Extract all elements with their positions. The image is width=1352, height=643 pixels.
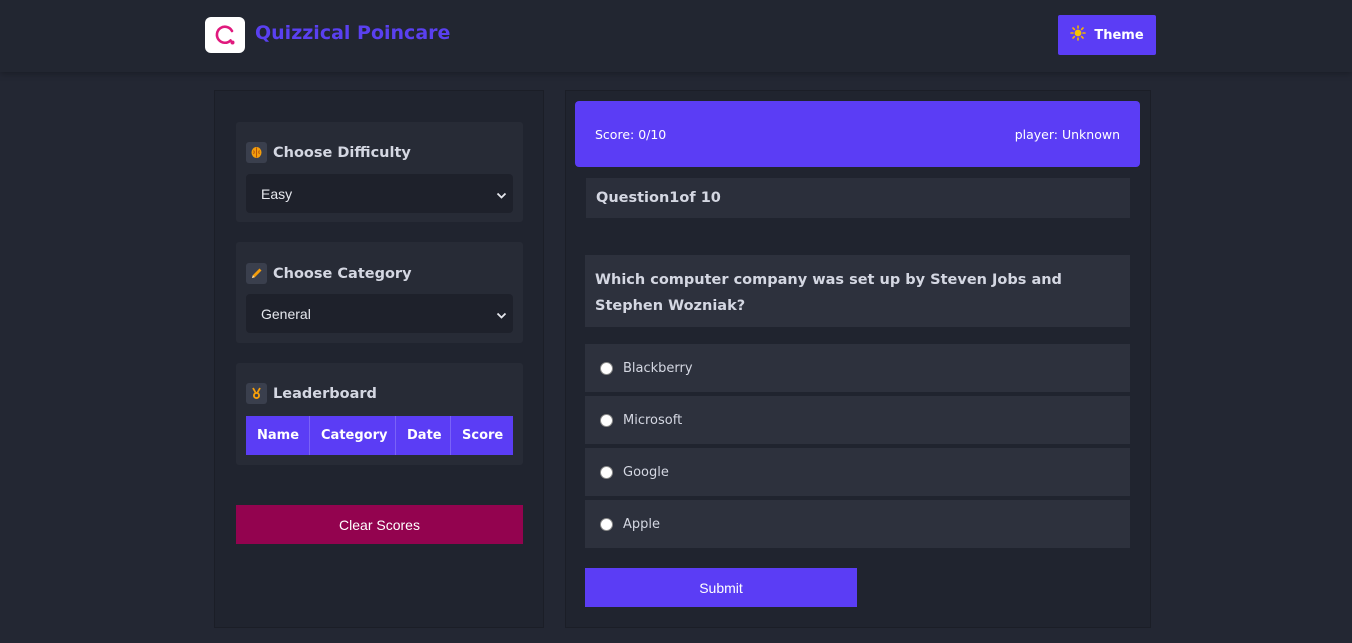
answer-radio[interactable] <box>600 465 613 479</box>
answer-option[interactable]: Blackberry <box>585 344 1130 392</box>
difficulty-title: Choose Difficulty <box>273 144 411 161</box>
theme-label: Theme <box>1094 27 1144 43</box>
category-select[interactable]: General <box>246 294 513 333</box>
leaderboard-heading: Leaderboard <box>246 383 377 404</box>
submit-button[interactable]: Submit <box>585 568 857 607</box>
answer-label: Google <box>623 464 669 480</box>
answer-label: Apple <box>623 516 661 532</box>
column-header-category: Category <box>310 416 396 455</box>
top-bar: Quizzical Poincare Theme <box>0 0 1352 72</box>
column-header-date: Date <box>396 416 451 455</box>
leaderboard-table-header: Name Category Date Score <box>246 416 513 455</box>
question-number: Question1of 10 <box>586 178 1130 218</box>
leaderboard-card: Leaderboard Name Category Date Score <box>236 363 523 465</box>
answer-radio[interactable] <box>600 361 613 375</box>
answer-option[interactable]: Google <box>585 448 1130 496</box>
app-title[interactable]: Quizzical Poincare <box>255 22 450 44</box>
answer-label: Microsoft <box>623 412 683 428</box>
score-text: Score: 0/10 <box>595 127 667 142</box>
category-title: Choose Category <box>273 265 412 282</box>
clear-scores-button[interactable]: Clear Scores <box>236 505 523 544</box>
answer-radio[interactable] <box>600 517 613 531</box>
answer-option[interactable]: Microsoft <box>585 396 1130 444</box>
chevron-down-icon <box>496 308 507 324</box>
column-header-name: Name <box>246 416 310 455</box>
difficulty-value: Easy <box>261 185 293 202</box>
leaderboard-title: Leaderboard <box>273 385 377 402</box>
category-heading: Choose Category <box>246 263 412 284</box>
sun-icon <box>1070 25 1087 45</box>
answer-option[interactable]: Apple <box>585 500 1130 548</box>
category-value: General <box>261 305 311 322</box>
chevron-down-icon <box>496 188 507 204</box>
difficulty-select[interactable]: Easy <box>246 174 513 213</box>
question-text: Which computer company was set up by Ste… <box>585 255 1130 327</box>
answer-radio[interactable] <box>600 413 613 427</box>
difficulty-card: Choose Difficulty Easy <box>236 122 523 222</box>
category-card: Choose Category General <box>236 242 523 343</box>
player-text: player: Unknown <box>1014 127 1120 142</box>
brain-icon <box>246 142 267 163</box>
pencil-icon <box>246 263 267 284</box>
theme-button[interactable]: Theme <box>1058 15 1156 55</box>
medal-icon <box>246 383 267 404</box>
score-bar: Score: 0/10 player: Unknown <box>575 101 1140 167</box>
q-logo-icon[interactable] <box>205 17 245 53</box>
difficulty-heading: Choose Difficulty <box>246 142 411 163</box>
column-header-score: Score <box>462 428 504 443</box>
answer-label: Blackberry <box>623 360 693 376</box>
